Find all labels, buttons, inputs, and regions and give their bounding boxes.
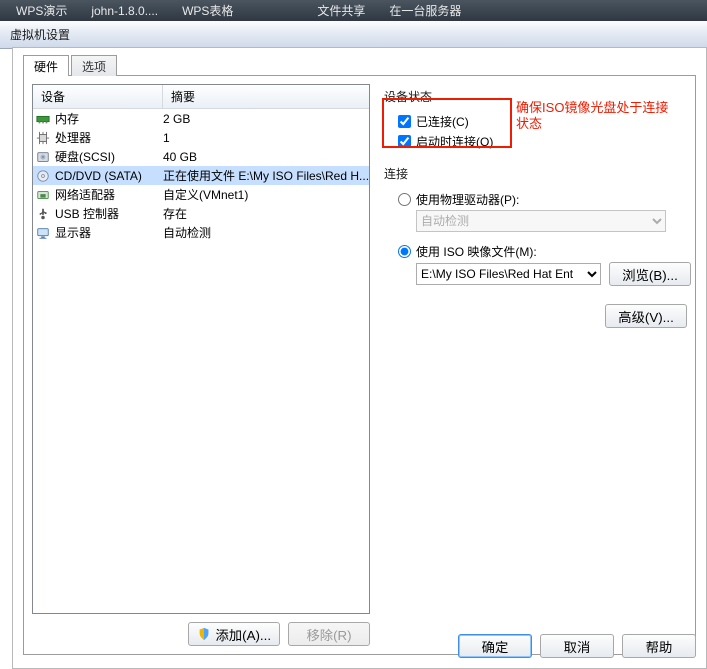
- memory-icon: [36, 112, 50, 126]
- device-name: 显示器: [53, 224, 163, 241]
- browse-button-label: 浏览(B)...: [622, 265, 678, 284]
- device-row[interactable]: 处理器1: [33, 128, 369, 147]
- device-list-pane: 设备 摘要 内存2 GB处理器1硬盘(SCSI)40 GBCD/DVD (SAT…: [32, 84, 370, 646]
- device-row[interactable]: USB 控制器存在: [33, 204, 369, 223]
- device-name: 网络适配器: [53, 186, 163, 203]
- device-row[interactable]: 显示器自动检测: [33, 223, 369, 242]
- col-device[interactable]: 设备: [33, 85, 163, 108]
- connected-checkbox[interactable]: [398, 115, 411, 128]
- hdd-icon: [36, 150, 50, 164]
- use-iso-label: 使用 ISO 映像文件(M):: [416, 243, 537, 260]
- connection-title: 连接: [384, 165, 691, 182]
- nic-icon: [36, 188, 50, 202]
- device-detail-pane: 设备状态 已连接(C) 启动时连接(O) 连接: [378, 84, 697, 646]
- ok-button[interactable]: 确定: [458, 634, 532, 658]
- add-button[interactable]: 添加(A)...: [188, 622, 280, 646]
- device-summary: 自动检测: [163, 224, 369, 241]
- connect-at-poweron-row[interactable]: 启动时连接(O): [398, 131, 691, 151]
- device-summary: 正在使用文件 E:\My ISO Files\Red H...: [163, 167, 369, 184]
- shield-icon: [197, 627, 211, 641]
- cpu-icon: [36, 131, 50, 145]
- display-icon: [36, 226, 50, 240]
- annotation-text-2: 状态: [516, 116, 542, 132]
- device-row[interactable]: 内存2 GB: [33, 109, 369, 128]
- connect-at-poweron-label: 启动时连接(O): [416, 133, 493, 150]
- device-name: 内存: [53, 110, 163, 127]
- help-button[interactable]: 帮助: [622, 634, 696, 658]
- cancel-button[interactable]: 取消: [540, 634, 614, 658]
- cd-icon: [36, 169, 50, 183]
- taskbar-item[interactable]: WPS表格: [170, 0, 245, 21]
- device-name: 硬盘(SCSI): [53, 148, 163, 165]
- device-name: USB 控制器: [53, 205, 163, 222]
- dialog-titlebar: 虚拟机设置: [0, 21, 707, 49]
- device-summary: 2 GB: [163, 112, 369, 126]
- settings-dialog: 硬件 选项 设备 摘要 内存2 GB处理器1硬盘(SCSI)40 GBCD/DV…: [12, 47, 707, 669]
- device-listbox[interactable]: 设备 摘要 内存2 GB处理器1硬盘(SCSI)40 GBCD/DVD (SAT…: [32, 84, 370, 614]
- device-row[interactable]: CD/DVD (SATA)正在使用文件 E:\My ISO Files\Red …: [33, 166, 369, 185]
- list-buttons: 添加(A)... 移除(R): [32, 622, 370, 646]
- dialog-title: 虚拟机设置: [10, 26, 70, 43]
- device-row[interactable]: 硬盘(SCSI)40 GB: [33, 147, 369, 166]
- taskbar-item[interactable]: WPS演示: [4, 0, 79, 21]
- advanced-button[interactable]: 高级(V)...: [605, 304, 687, 328]
- use-physical-label: 使用物理驱动器(P):: [416, 191, 519, 208]
- device-summary: 1: [163, 131, 369, 145]
- taskbar-item[interactable]: 文件共享: [305, 0, 377, 21]
- tabstrip: 硬件 选项: [23, 54, 696, 75]
- tab-page: 设备 摘要 内存2 GB处理器1硬盘(SCSI)40 GBCD/DVD (SAT…: [23, 75, 696, 655]
- taskbar-item[interactable]: 在一台服务器: [377, 0, 473, 21]
- device-summary: 自定义(VMnet1): [163, 186, 369, 203]
- connection-group: 连接 使用物理驱动器(P): 自动检测 使用 ISO 映像文件(M):: [384, 165, 691, 286]
- tab-hardware[interactable]: 硬件: [23, 55, 69, 76]
- device-summary: 存在: [163, 205, 369, 222]
- col-summary[interactable]: 摘要: [163, 85, 369, 108]
- dialog-footer: 确定 取消 帮助: [458, 634, 696, 658]
- tab-options[interactable]: 选项: [71, 55, 117, 76]
- iso-path-combo[interactable]: E:\My ISO Files\Red Hat Ent: [416, 263, 601, 285]
- use-physical-radio[interactable]: [398, 193, 411, 206]
- remove-button-label: 移除(R): [306, 625, 351, 644]
- remove-button: 移除(R): [288, 622, 370, 646]
- device-summary: 40 GB: [163, 150, 369, 164]
- device-name: CD/DVD (SATA): [53, 169, 163, 183]
- use-iso-row[interactable]: 使用 ISO 映像文件(M):: [398, 240, 691, 262]
- browse-button[interactable]: 浏览(B)...: [609, 262, 691, 286]
- use-iso-radio[interactable]: [398, 245, 411, 258]
- usb-icon: [36, 207, 50, 221]
- list-rows: 内存2 GB处理器1硬盘(SCSI)40 GBCD/DVD (SATA)正在使用…: [33, 109, 369, 613]
- annotation-text-1: 确保ISO镜像光盘处于连接: [516, 100, 668, 116]
- connect-at-poweron-checkbox[interactable]: [398, 135, 411, 148]
- list-header: 设备 摘要: [33, 85, 369, 109]
- device-row[interactable]: 网络适配器自定义(VMnet1): [33, 185, 369, 204]
- use-physical-row[interactable]: 使用物理驱动器(P):: [398, 188, 691, 210]
- connected-label: 已连接(C): [416, 113, 469, 130]
- taskbar: WPS演示 john-1.8.0.... WPS表格 文件共享 在一台服务器: [0, 0, 707, 21]
- taskbar-item[interactable]: john-1.8.0....: [79, 0, 170, 21]
- device-name: 处理器: [53, 129, 163, 146]
- physical-drive-combo: 自动检测: [416, 210, 666, 232]
- advanced-button-label: 高级(V)...: [618, 307, 674, 326]
- add-button-label: 添加(A)...: [215, 625, 271, 644]
